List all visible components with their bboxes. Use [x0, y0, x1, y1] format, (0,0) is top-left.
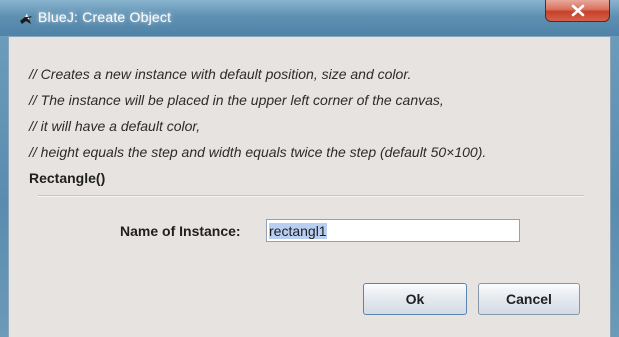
- constructor-signature: Rectangle(): [29, 170, 106, 186]
- cancel-button[interactable]: Cancel: [478, 283, 580, 315]
- window-title: BlueJ: Create Object: [38, 9, 172, 25]
- create-object-dialog: BlueJ: Create Object // Creates a new in…: [0, 0, 619, 337]
- comment-line: // it will have a default color,: [29, 118, 201, 134]
- comment-line: // The instance will be placed in the up…: [29, 92, 444, 108]
- close-button[interactable]: [545, 0, 610, 22]
- close-icon: [571, 4, 585, 17]
- comment-line: // height equals the step and width equa…: [29, 144, 487, 160]
- separator: [38, 195, 584, 197]
- title-bar[interactable]: BlueJ: Create Object: [0, 0, 619, 36]
- instance-name-input[interactable]: [266, 219, 520, 242]
- bluej-bird-icon: [18, 11, 34, 27]
- comment-line: // Creates a new instance with default p…: [29, 66, 412, 82]
- dialog-content: // Creates a new instance with default p…: [8, 36, 611, 337]
- instance-name-label: Name of Instance:: [120, 223, 241, 239]
- ok-button[interactable]: Ok: [363, 283, 467, 315]
